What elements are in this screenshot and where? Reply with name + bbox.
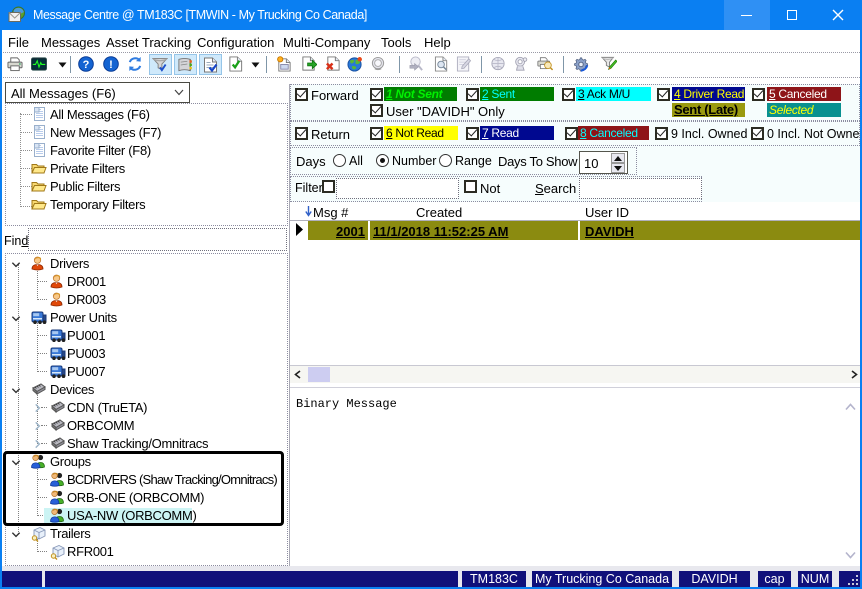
svg-text:!: ! bbox=[109, 59, 113, 71]
svg-text:?: ? bbox=[83, 59, 90, 71]
